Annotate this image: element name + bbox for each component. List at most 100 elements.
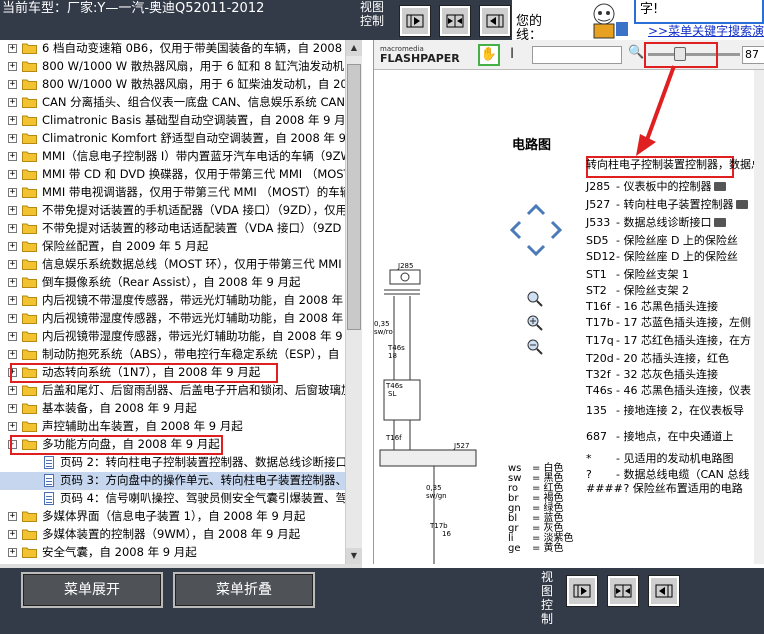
folder-icon [22,277,37,288]
expand-icon[interactable]: + [8,296,17,305]
component-row: T46s - 46 芯黑色插头连接，仪表 [586,384,751,398]
menu-expand-button[interactable]: 菜单展开 [21,572,163,608]
expand-icon[interactable]: + [8,386,17,395]
component-code: * [586,452,592,465]
camera-icon[interactable] [714,182,727,191]
expand-icon[interactable]: + [8,512,17,521]
expand-icon[interactable]: + [8,332,17,341]
view-right-panel-button-bottom[interactable] [566,575,598,607]
diag-wire-d: sw/gn [426,492,447,500]
view-split-button[interactable] [439,5,471,37]
menu-collapse-button[interactable]: 菜单折叠 [173,572,315,608]
tree-folder-item[interactable]: + 后盖和尾灯、后窗雨刮器、后盖电子开启和锁闭、后窗玻璃加 [0,382,345,400]
tree-folder-item[interactable]: + 保险丝配置，自 2009 年 5 月起 [0,238,345,256]
expand-icon[interactable]: + [8,350,17,359]
tree-folder-item[interactable]: + MMI 带 CD 和 DVD 换碟器，仅用于带第三代 MMI （MOST [0,166,345,184]
tree-page-item[interactable]: 页码 2：转向柱电子控制装置控制器、数据总线诊断接口、 [0,454,345,472]
keyword-search-demo-link[interactable]: >>菜单关键字搜索演示 [648,22,764,39]
expand-icon[interactable]: + [8,242,17,251]
tree-folder-item[interactable]: +800 W/1000 W 散热器风扇，用于 6 缸和 8 缸汽油发动机， [0,58,345,76]
expand-icon[interactable]: + [8,188,17,197]
view-left-panel-button-bottom[interactable] [648,575,680,607]
tree-folder-item[interactable]: + 信息娱乐系统数据总线（MOST 环），仅用于带第三代 MMI [0,256,345,274]
scroll-thumb[interactable] [347,64,361,330]
tree-folder-item[interactable]: + 基本装备，自 2008 年 9 月起 [0,400,345,418]
component-code: T17b [586,316,614,329]
tree-folder-item[interactable]: + Climatronic Basis 基础型自动空调装置，自 2008 年 9 … [0,112,345,130]
component-code: T46s [586,384,613,397]
tree-folder-item[interactable]: + 安全气囊，自 2008 年 9 月起 [0,544,345,562]
expand-icon[interactable]: + [8,548,17,557]
menu-tree: +6 档自动变速箱 0B6，仅用于带美国装备的车辆，自 2008 年 +800 W… [0,40,362,564]
tree-folder-item[interactable]: +800 W/1000 W 散热器风扇，用于 6 缸柴油发动机，自 200 [0,76,345,94]
expand-icon[interactable]: + [8,152,17,161]
tree-page-item[interactable]: 页码 3：方向盘中的操作单元、转向柱电子装置控制器、卷 [0,472,345,490]
component-desc: - 46 芯黑色插头连接，仪表 [616,384,751,397]
top-bar: 当前车型：厂家:Y—一汽-奥迪Q52011-2012 视图控制 您的 线： 字!… [0,0,764,40]
tree-folder-item[interactable]: + 内后视镜不带湿度传感器，带远光灯辅助功能，自 2008 年 9 [0,292,345,310]
expand-icon[interactable]: + [8,422,17,431]
expand-icon[interactable]: + [8,530,17,539]
component-desc: - 接地连接 2，在仪表板导 [616,404,744,417]
tree-folder-item[interactable]: + CAN 分离插头、组合仪表一底盘 CAN、信息娱乐系统 CAN、 [0,94,345,112]
page-heading: 电路图 [512,138,552,153]
folder-icon [22,313,37,324]
tree-folder-item[interactable]: + 内后视镜带湿度传感器，带远光灯辅助功能，自 2008 年 9 月 [0,328,345,346]
component-desc: - 见适用的发动机电路图 [616,452,734,465]
tree-item-label: MMI 带 CD 和 DVD 换碟器，仅用于带第三代 MMI （MOST [42,167,345,181]
expand-icon[interactable]: + [8,206,17,215]
camera-icon[interactable] [714,218,727,227]
view-left-panel-button[interactable] [479,5,511,37]
text-select-icon[interactable]: I [510,46,514,62]
folder-icon [22,259,37,270]
tree-folder-item[interactable]: + 声控辅助出车装置，自 2008 年 9 月起 [0,418,345,436]
viewer-scrollbar[interactable] [754,70,764,564]
split-arrows-icon [614,584,632,598]
expand-icon[interactable]: + [8,224,17,233]
tree-page-item[interactable]: 页码 4：信号喇叭操控、驾驶员侧安全气囊引爆装置、驾驶 [0,490,345,508]
diag-t46-2: T46s [385,382,403,390]
component-desc: - 32 芯灰色插头连接 [616,368,718,381]
expand-icon[interactable]: + [8,116,17,125]
expand-icon[interactable]: + [8,260,17,269]
search-icon[interactable]: 🔍 [628,45,644,60]
hand-tool-icon[interactable]: ✋ [478,44,500,66]
expand-icon[interactable]: + [8,80,17,89]
tree-folder-item[interactable]: + 多媒体装置的控制器（9WM），自 2008 年 9 月起 [0,526,345,544]
zoom-level-field[interactable]: 87 [742,46,764,64]
scroll-down-icon[interactable]: ▼ [346,548,362,564]
camera-icon[interactable] [736,200,749,209]
expand-icon[interactable]: + [8,44,17,53]
tree-item-label: 页码 2：转向柱电子控制装置控制器、数据总线诊断接口、 [60,455,345,469]
diag-t17b-pin: 16 [442,530,451,538]
component-row: J285 - 仪表板中的控制器 [586,180,727,194]
expand-icon[interactable]: + [8,170,17,179]
bottom-bar: 菜单展开 菜单折叠 视图控制 [0,568,764,634]
scroll-up-icon[interactable]: ▲ [346,40,362,56]
tree-folder-item[interactable]: + 制动防抱死系统（ABS），带电控行车稳定系统（ESP），自 [0,346,345,364]
view-right-panel-button[interactable] [399,5,431,37]
component-row: ####- ? 保险丝布置适用的电路 [586,482,743,496]
tree-folder-item[interactable]: + 内后视镜带湿度传感器，不带远光灯辅助功能，自 2008 年 9 [0,310,345,328]
expand-icon[interactable]: + [8,98,17,107]
tree-folder-item[interactable]: + 多媒体界面（信息电子装置 1），自 2008 年 9 月起 [0,508,345,526]
tree-folder-item[interactable]: +6 档自动变速箱 0B6，仅用于带美国装备的车辆，自 2008 年 [0,40,345,58]
tree-folder-item[interactable]: + 不带免提对话装置的手机适配器（VDA 接口）（9ZD），仅用于 [0,202,345,220]
component-desc: - 接地点，在中央通道上 [616,430,734,443]
view-split-button-bottom[interactable] [607,575,639,607]
tree-item-label: 倒车摄像系统（Rear Assist），自 2008 年 9 月起 [42,275,301,289]
expand-icon[interactable]: + [8,278,17,287]
tree-folder-item[interactable]: + MMI 带电视调谐器，仅用于带第三代 MMI （MOST）的车辆 [0,184,345,202]
tree-folder-item[interactable]: + 倒车摄像系统（Rear Assist），自 2008 年 9 月起 [0,274,345,292]
expand-icon[interactable]: + [8,134,17,143]
expand-icon[interactable]: + [8,314,17,323]
tree-vertical-scrollbar[interactable]: ▲ ▼ [345,40,362,564]
tree-folder-item[interactable]: + Climatronic Komfort 舒适型自动空调装置，自 2008 年 … [0,130,345,148]
tree-folder-item[interactable]: + MMI（信息电子控制器 I）带内置蓝牙汽车电话的车辆（9ZW） [0,148,345,166]
tree-folder-item[interactable]: + 不带免提对话装置的移动电话适配装置（VDA 接口）（9ZD ） [0,220,345,238]
expand-icon[interactable]: + [8,62,17,71]
component-row: T20d - 20 芯插头连接，红色 [586,352,729,366]
folder-icon [22,97,37,108]
search-input[interactable] [532,46,622,64]
expand-icon[interactable]: + [8,404,17,413]
